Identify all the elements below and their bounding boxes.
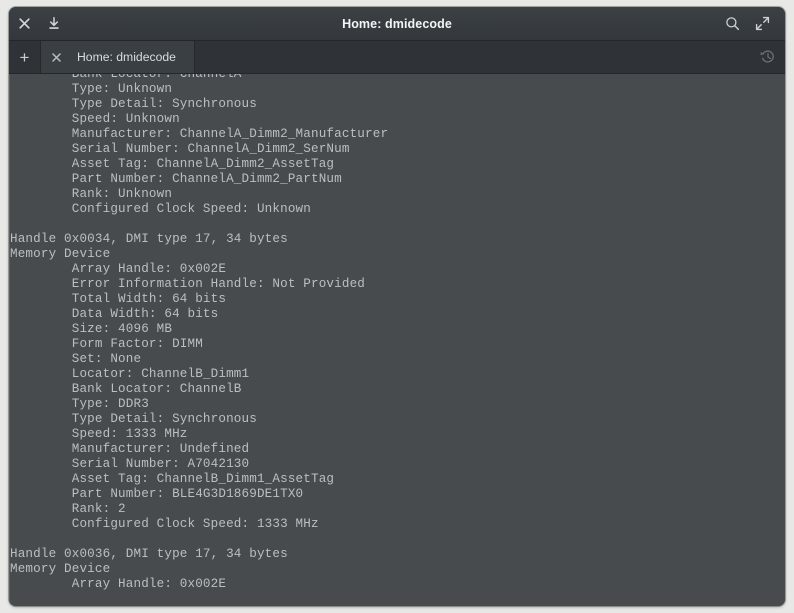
terminal-line: Manufacturer: Undefined (10, 442, 250, 456)
plus-icon: + (19, 47, 30, 67)
tab-close-icon[interactable] (41, 52, 71, 62)
terminal-line: Asset Tag: ChannelA_Dimm2_AssetTag (10, 157, 335, 171)
terminal-line: Configured Clock Speed: 1333 MHz (10, 517, 319, 531)
terminal-line: Type: DDR3 (10, 397, 149, 411)
terminal-line: Array Handle: 0x002E (10, 262, 227, 276)
terminal-line: Asset Tag: ChannelB_Dimm1_AssetTag (10, 472, 335, 486)
terminal-line: Serial Number: A7042130 (10, 457, 250, 471)
terminal-line: Speed: Unknown (10, 112, 180, 126)
search-icon[interactable] (717, 7, 747, 41)
terminal-lines: Bank Locator: ChannelA Type: Unknown Typ… (10, 74, 785, 592)
terminal-line: Locator: ChannelB_Dimm1 (10, 367, 250, 381)
new-tab-button[interactable]: + (9, 41, 41, 73)
close-icon[interactable] (9, 7, 39, 41)
tab-title: Home: dmidecode (77, 50, 176, 64)
tab-home-dmidecode[interactable]: Home: dmidecode (41, 41, 195, 73)
titlebar-actions (717, 7, 785, 41)
terminal-line: Array Handle: 0x002E (10, 577, 227, 591)
terminal-line: Error Information Handle: Not Provided (10, 277, 366, 291)
titlebar: Home: dmidecode (9, 7, 785, 41)
terminal-line: Type: Unknown (10, 82, 173, 96)
terminal-line: Set: None (10, 352, 142, 366)
history-icon[interactable] (751, 41, 785, 73)
terminal-line: Manufacturer: ChannelA_Dimm2_Manufacture… (10, 127, 389, 141)
terminal-line: Rank: 2 (10, 502, 126, 516)
tabbar-spacer (195, 41, 751, 73)
terminal-line: Form Factor: DIMM (10, 337, 203, 351)
terminal-line: Bank Locator: ChannelB (10, 382, 242, 396)
window-title: Home: dmidecode (342, 16, 452, 31)
terminal-line: Part Number: ChannelA_Dimm2_PartNum (10, 172, 342, 186)
terminal-window: Home: dmidecode + Home: dmidecode Bank L… (9, 7, 785, 606)
terminal-line: Configured Clock Speed: Unknown (10, 202, 311, 216)
expand-icon[interactable] (747, 7, 777, 41)
terminal-line: Speed: 1333 MHz (10, 427, 188, 441)
terminal-line: Total Width: 64 bits (10, 292, 227, 306)
terminal-line: Type Detail: Synchronous (10, 412, 257, 426)
terminal-line: Data Width: 64 bits (10, 307, 219, 321)
terminal-line: Rank: Unknown (10, 187, 173, 201)
terminal-line: Type Detail: Synchronous (10, 97, 257, 111)
terminal-line: Serial Number: ChannelA_Dimm2_SerNum (10, 142, 350, 156)
terminal-line: Memory Device (10, 562, 111, 576)
terminal-line: Part Number: BLE4G3D1869DE1TX0 (10, 487, 304, 501)
download-icon[interactable] (39, 7, 69, 41)
tabbar: + Home: dmidecode (9, 41, 785, 74)
terminal-line: Size: 4096 MB (10, 322, 173, 336)
terminal-line: Memory Device (10, 247, 111, 261)
terminal-line: Handle 0x0036, DMI type 17, 34 bytes (10, 547, 288, 561)
terminal-line: Bank Locator: ChannelA (10, 74, 242, 81)
terminal-output-area[interactable]: Bank Locator: ChannelA Type: Unknown Typ… (9, 74, 785, 606)
terminal-line: Handle 0x0034, DMI type 17, 34 bytes (10, 232, 288, 246)
